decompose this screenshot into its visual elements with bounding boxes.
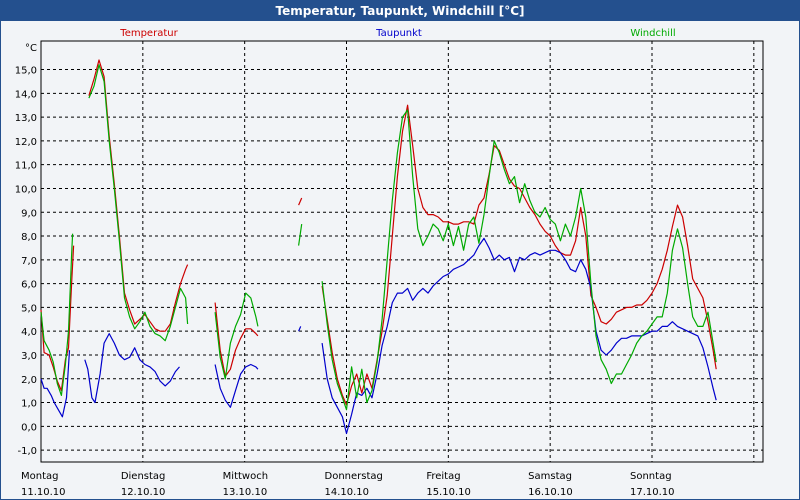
chart-grid [41, 41, 763, 462]
y-tick-label: 2,0 [21, 375, 37, 386]
y-tick-label: 0,0 [21, 422, 37, 433]
plot-border [40, 40, 764, 463]
y-tick-label: 12,0 [15, 137, 37, 148]
temperature-chart: -1,0 0,0 1,0 2,0 3,0 4,0 5,0 6,0 7,0 8,0 9,0 10,0 11… [15, 28, 764, 498]
y-tick-label: 4,0 [21, 327, 37, 338]
x-tick-day-label: Dienstag [121, 471, 166, 482]
x-tick-day-label: Mittwoch [223, 471, 268, 482]
chart-window: Temperatur, Taupunkt, Windchill [°C] -1,… [0, 0, 800, 500]
y-tick-label: 13,0 [15, 113, 37, 124]
y-axis-ticks: -1,0 0,0 1,0 2,0 3,0 4,0 5,0 6,0 7,0 8,0 9,0 10,0 11… [15, 66, 37, 458]
x-tick-day-label: Montag [21, 471, 58, 482]
legend-taupunkt: Taupunkt [375, 28, 422, 39]
legend-temperatur: Temperatur [119, 28, 178, 39]
series-line-windchill [214, 292, 259, 380]
series-line-temperatur [321, 104, 717, 406]
x-axis-ticks: Montag 11.10.10 Dienstag 12.10.10 Mittwoch 13… [21, 471, 675, 498]
y-tick-label: 10,0 [15, 184, 37, 195]
series-line-taupunkt [214, 363, 259, 408]
x-tick-date-label: 12.10.10 [121, 487, 166, 498]
plot-area-frame [40, 40, 764, 463]
y-tick-label: 5,0 [21, 303, 37, 314]
y-tick-label: 3,0 [21, 351, 37, 362]
y-tick-label: 7,0 [21, 256, 37, 267]
x-tick-day-label: Samstag [528, 471, 572, 482]
y-tick-label: 14,0 [15, 89, 37, 100]
y-tick-label: 9,0 [21, 208, 37, 219]
x-tick-day-label: Donnerstag [325, 471, 383, 482]
x-tick-date-label: 11.10.10 [21, 487, 66, 498]
x-tick-day-label: Sonntag [630, 471, 672, 482]
x-tick-date-label: 16.10.10 [528, 487, 573, 498]
x-tick-date-label: 14.10.10 [325, 487, 370, 498]
series-line-temperatur [298, 197, 303, 206]
y-tick-label: 11,0 [15, 161, 37, 172]
series-line-taupunkt [84, 333, 180, 404]
series-line-windchill [88, 64, 189, 342]
x-tick-date-label: 13.10.10 [223, 487, 268, 498]
x-tick-day-label: Freitag [426, 471, 460, 482]
series-line-windchill [298, 224, 303, 246]
series-line-taupunkt [298, 326, 302, 332]
y-tick-label: 6,0 [21, 280, 37, 291]
y-tick-label: 1,0 [21, 399, 37, 410]
x-tick-date-label: 15.10.10 [426, 487, 471, 498]
legend-windchill: Windchill [630, 28, 675, 39]
y-tick-label: 8,0 [21, 232, 37, 243]
series-lines [40, 59, 717, 435]
series-line-temperatur [88, 59, 189, 332]
x-tick-date-label: 17.10.10 [630, 487, 675, 498]
y-axis-label: °C [25, 43, 37, 54]
y-tick-label: -1,0 [17, 446, 37, 457]
y-tick-label: 15,0 [15, 66, 37, 77]
